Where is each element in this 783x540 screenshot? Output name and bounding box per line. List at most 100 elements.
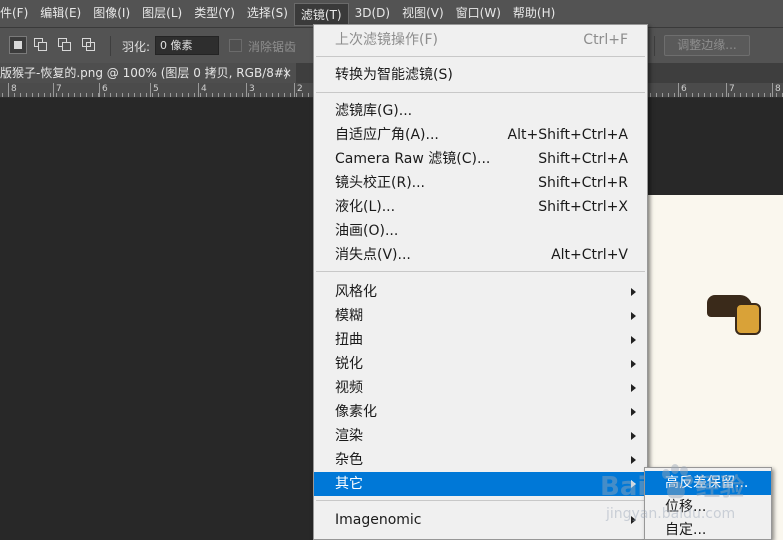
ruler-minor-tick [230, 93, 231, 97]
ruler-minor-tick [752, 93, 753, 97]
ruler-minor-tick [32, 93, 33, 97]
ruler-minor-tick [74, 93, 75, 97]
menu-item-vanishing-point[interactable]: 消失点(V)... Alt+Ctrl+V [314, 243, 647, 267]
menu-type[interactable]: 类型(Y) [188, 2, 241, 25]
menu-item-label: 消失点(V)... [335, 247, 411, 263]
artwork-shape [735, 303, 761, 335]
ruler-minor-tick [662, 93, 663, 97]
menu-item-render[interactable]: 渲染 [314, 424, 647, 448]
intersect-selection-icon[interactable] [80, 36, 98, 54]
menu-item-convert-smart-filter[interactable]: 转换为智能滤镜(S) [314, 63, 647, 87]
ruler-minor-tick [26, 93, 27, 97]
antialias-checkbox[interactable] [229, 39, 242, 52]
menu-item-stylize[interactable]: 风格化 [314, 280, 647, 304]
other-submenu: 高反差保留... 位移... 自定... [644, 467, 772, 540]
ruler-minor-tick [128, 93, 129, 97]
menu-item-label: 高反差保留... [665, 475, 749, 491]
ruler-minor-tick [92, 93, 93, 97]
menu-item-pixelate[interactable]: 像素化 [314, 400, 647, 424]
menu-select[interactable]: 选择(S) [241, 2, 294, 25]
submenu-item-high-pass[interactable]: 高反差保留... [645, 471, 771, 495]
ruler-minor-tick [650, 93, 651, 97]
menu-item-other[interactable]: 其它 [314, 472, 647, 496]
ruler-minor-tick [686, 93, 687, 97]
add-to-selection-icon[interactable] [32, 36, 50, 54]
ruler-minor-tick [14, 93, 15, 97]
menu-item-label: 其它 [335, 476, 363, 492]
menu-separator [316, 500, 645, 501]
submenu-arrow-icon [631, 432, 636, 440]
menu-help[interactable]: 帮助(H) [507, 2, 561, 25]
menu-item-shortcut: Ctrl+F [583, 32, 628, 48]
menu-item-imagenomic[interactable]: Imagenomic [314, 508, 647, 532]
ruler-minor-tick [98, 93, 99, 97]
menu-window[interactable]: 窗口(W) [450, 2, 507, 25]
ruler-minor-tick [272, 93, 273, 97]
ruler-minor-tick [110, 93, 111, 97]
ruler-minor-tick [242, 93, 243, 97]
ruler-tick [678, 83, 679, 97]
menu-item-label: 转换为智能滤镜(S) [335, 67, 453, 83]
menu-image[interactable]: 图像(I) [87, 2, 136, 25]
menu-edit[interactable]: 编辑(E) [34, 2, 87, 25]
menu-item-shortcut: Shift+Ctrl+R [538, 175, 628, 191]
feather-input[interactable]: 0 像素 [155, 36, 219, 55]
menu-item-last-filter: 上次滤镜操作(F) Ctrl+F [314, 28, 647, 52]
menu-3d[interactable]: 3D(D) [349, 2, 396, 25]
ruler-minor-tick [680, 93, 681, 97]
menu-item-video[interactable]: 视频 [314, 376, 647, 400]
submenu-item-custom[interactable]: 自定... [645, 518, 771, 540]
document-tab[interactable]: 版猴子-恢复的.png @ 100% (图层 0 拷贝, RGB/8#) × [0, 63, 296, 83]
menu-item-label: Imagenomic [335, 512, 422, 528]
ruler-minor-tick [296, 93, 297, 97]
subtract-from-selection-icon[interactable] [56, 36, 74, 54]
ruler-minor-tick [770, 93, 771, 97]
menu-item-liquify[interactable]: 液化(L)... Shift+Ctrl+X [314, 195, 647, 219]
menu-item-noise[interactable]: 杂色 [314, 448, 647, 472]
menu-item-blur[interactable]: 模糊 [314, 304, 647, 328]
ruler-minor-tick [668, 93, 669, 97]
menu-view[interactable]: 视图(V) [396, 2, 450, 25]
menu-item-label: 液化(L)... [335, 199, 396, 215]
menu-item-camera-raw[interactable]: Camera Raw 滤镜(C)... Shift+Ctrl+A [314, 147, 647, 171]
menu-item-adaptive-wide-angle[interactable]: 自适应广角(A)... Alt+Shift+Ctrl+A [314, 123, 647, 147]
ruler-minor-tick [254, 93, 255, 97]
ruler-minor-tick [164, 93, 165, 97]
submenu-item-offset[interactable]: 位移... [645, 495, 771, 519]
menu-bar: 件(F) 编辑(E) 图像(I) 图层(L) 类型(Y) 选择(S) 滤镜(T)… [0, 0, 783, 27]
ruler-minor-tick [758, 93, 759, 97]
submenu-arrow-icon [631, 408, 636, 416]
menu-item-lens-correction[interactable]: 镜头校正(R)... Shift+Ctrl+R [314, 171, 647, 195]
menu-item-sharpen[interactable]: 锐化 [314, 352, 647, 376]
menu-filter[interactable]: 滤镜(T) [293, 2, 349, 26]
menu-item-label: 上次滤镜操作(F) [335, 32, 438, 48]
menu-layer[interactable]: 图层(L) [136, 2, 188, 25]
menu-file[interactable]: 件(F) [0, 2, 34, 25]
ruler-minor-tick [8, 93, 9, 97]
ruler-minor-tick [224, 93, 225, 97]
ruler-minor-tick [116, 93, 117, 97]
ruler-minor-tick [86, 93, 87, 97]
submenu-arrow-icon [631, 516, 636, 524]
menu-item-filter-gallery[interactable]: 滤镜库(G)... [314, 99, 647, 123]
menu-item-distort[interactable]: 扭曲 [314, 328, 647, 352]
ruler-minor-tick [50, 93, 51, 97]
ruler-minor-tick [104, 93, 105, 97]
ruler-minor-tick [704, 93, 705, 97]
ruler-minor-tick [656, 93, 657, 97]
ruler-minor-tick [260, 93, 261, 97]
ruler-minor-tick [68, 93, 69, 97]
submenu-arrow-icon [631, 384, 636, 392]
ruler-minor-tick [140, 93, 141, 97]
ruler-minor-tick [674, 93, 675, 97]
close-icon[interactable]: × [282, 63, 292, 83]
ruler-minor-tick [266, 93, 267, 97]
refine-edge-button[interactable]: 调整边缘... [664, 35, 750, 56]
ruler-minor-tick [188, 93, 189, 97]
ruler-minor-tick [284, 93, 285, 97]
ruler-minor-tick [80, 93, 81, 97]
menu-item-label: 扭曲 [335, 332, 363, 348]
ruler-minor-tick [182, 93, 183, 97]
new-selection-icon[interactable] [9, 36, 27, 54]
menu-item-oil-paint[interactable]: 油画(O)... [314, 219, 647, 243]
